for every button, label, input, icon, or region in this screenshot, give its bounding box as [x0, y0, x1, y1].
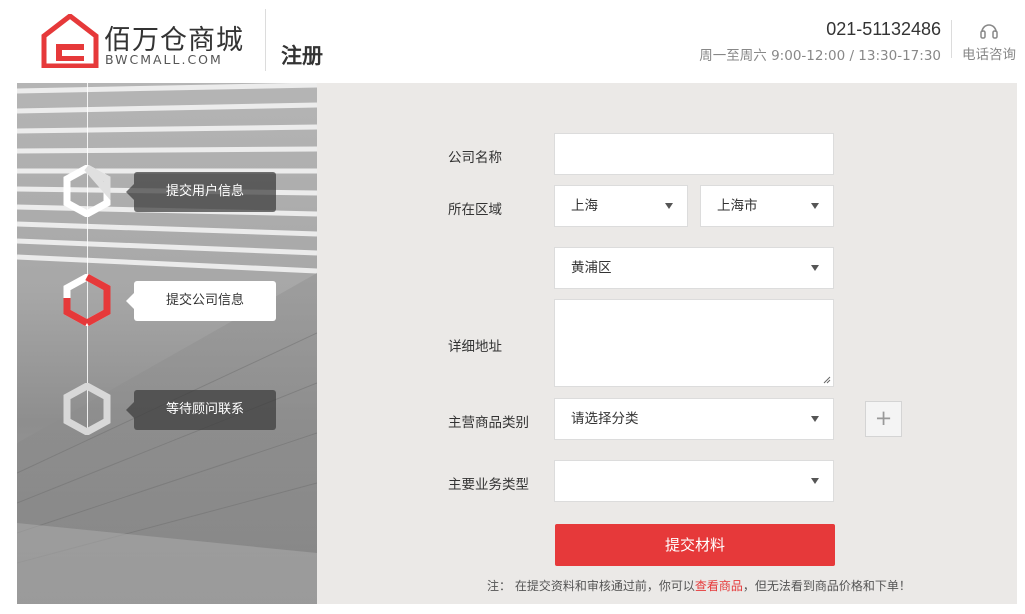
step-done-icon — [63, 165, 111, 217]
district-select[interactable]: 黄浦区 — [554, 247, 834, 289]
notice-text: 注： 在提交资料和审核通过前，你可以查看商品，但无法看到商品价格和下单！ — [487, 577, 911, 594]
chevron-down-icon — [811, 203, 819, 209]
category-select[interactable]: 请选择分类 — [554, 398, 834, 440]
contact-divider — [951, 20, 952, 58]
chevron-down-icon — [811, 478, 819, 484]
headset-icon[interactable] — [979, 20, 999, 40]
step-2: 提交公司信息 — [17, 272, 317, 328]
hotline-number: 021-51132486 — [826, 19, 941, 39]
header-divider — [265, 9, 266, 71]
step-label: 提交公司信息 — [126, 281, 276, 321]
submit-button[interactable]: 提交材料 — [555, 524, 835, 566]
progress-panel: 提交用户信息 提交公司信息 等待顾问联系 — [17, 83, 317, 604]
city-select[interactable]: 上海市 — [700, 185, 834, 227]
step-3: 等待顾问联系 — [17, 381, 317, 437]
brand-domain: BWCMALL.COM — [105, 52, 223, 67]
chevron-down-icon — [665, 203, 673, 209]
step-1: 提交用户信息 — [17, 163, 317, 219]
business-type-label: 主要业务类型 — [448, 477, 529, 493]
address-textarea[interactable] — [554, 299, 834, 387]
district-value: 黄浦区 — [571, 260, 612, 276]
house-logo-icon[interactable] — [40, 14, 100, 68]
phone-consult-link[interactable]: 电话咨询 — [962, 43, 1016, 63]
view-products-link[interactable]: 查看商品 — [695, 579, 743, 593]
step-pending-icon — [63, 383, 111, 435]
company-name-input[interactable] — [554, 133, 834, 175]
step-connector-line — [87, 83, 88, 428]
resize-grip-icon[interactable] — [823, 376, 831, 384]
notice-suffix: ，但无法看到商品价格和下单！ — [742, 579, 911, 593]
step-label: 提交用户信息 — [126, 172, 276, 212]
add-category-button[interactable]: + — [865, 401, 902, 437]
page-title: 注册 — [281, 44, 323, 68]
address-label: 详细地址 — [448, 339, 502, 355]
page-header: 佰万仓商城 BWCMALL.COM 注册 021-51132486 周一至周六 … — [0, 0, 1025, 83]
category-value: 请选择分类 — [571, 411, 639, 427]
chevron-down-icon — [811, 416, 819, 422]
city-value: 上海市 — [717, 198, 758, 214]
business-type-select[interactable] — [554, 460, 834, 502]
step-label: 等待顾问联系 — [126, 390, 276, 430]
region-label: 所在区域 — [448, 202, 502, 218]
background-photo — [17, 83, 317, 604]
company-name-label: 公司名称 — [448, 150, 502, 166]
notice-prefix: 注： 在提交资料和审核通过前，你可以 — [487, 579, 695, 593]
province-select[interactable]: 上海 — [554, 185, 688, 227]
service-hours: 周一至周六 9:00-12:00 / 13:30-17:30 — [699, 48, 941, 64]
step-active-icon — [63, 274, 111, 326]
company-info-form: 公司名称 所在区域 上海 上海市 黄浦区 详细地址 主营商品类别 请选择分类 +… — [317, 83, 1017, 604]
chevron-down-icon — [811, 265, 819, 271]
category-label: 主营商品类别 — [448, 415, 529, 431]
province-value: 上海 — [571, 198, 598, 214]
